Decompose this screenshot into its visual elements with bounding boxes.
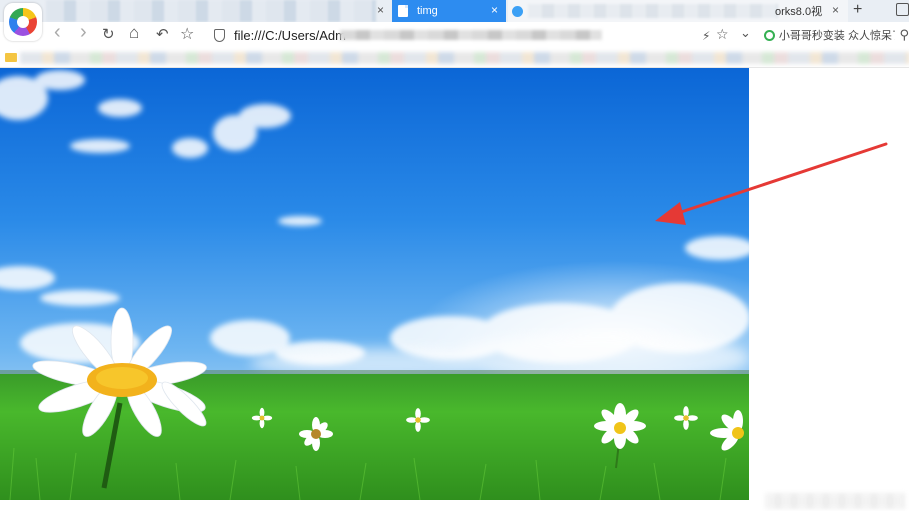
app-logo-icon[interactable] <box>4 3 42 41</box>
security-shield-icon <box>214 28 225 42</box>
page-viewport <box>0 68 909 511</box>
forward-icon[interactable]: › <box>80 22 87 42</box>
reload-icon[interactable]: ↻ <box>102 26 115 44</box>
search-box[interactable]: 小哥哥秒变装 众人惊呆了 ⚲ <box>764 25 909 45</box>
home-icon[interactable]: ⌂ <box>129 24 139 42</box>
tab-active[interactable]: timg × <box>392 0 506 22</box>
search-suggestion[interactable]: 小哥哥秒变装 众人惊呆了 <box>779 27 896 43</box>
back-icon[interactable]: ‹ <box>54 22 61 42</box>
lightning-icon[interactable]: ⚡ <box>702 27 710 45</box>
tab-strip: × timg × orks8.0视 × + <box>0 0 909 22</box>
close-icon[interactable]: × <box>491 3 498 17</box>
shirt-icon[interactable] <box>896 3 909 16</box>
url-text[interactable]: file:///C:/Users/Adm <box>234 28 346 43</box>
new-tab-button[interactable]: + <box>853 1 862 19</box>
search-engine-icon <box>764 29 775 41</box>
bookmarks-bar <box>0 48 909 68</box>
star-icon[interactable]: ☆ <box>180 26 194 44</box>
star-icon[interactable]: ☆ <box>716 25 729 43</box>
search-icon[interactable]: ⚲ <box>899 27 909 43</box>
close-icon[interactable]: × <box>377 3 384 17</box>
undo-icon[interactable]: ↶ <box>156 26 169 44</box>
browser-window: × timg × orks8.0视 × + ‹ › ↻ ⌂ ↶ ☆ file:/… <box>0 0 909 511</box>
tab-title: orks8.0视 <box>775 6 823 18</box>
tab-third[interactable]: orks8.0视 × <box>508 0 848 22</box>
tab-blurred[interactable] <box>46 0 376 22</box>
sky-meadow-picture <box>0 68 749 500</box>
address-toolbar: ‹ › ↻ ⌂ ↶ ☆ file:///C:/Users/Adm ⚡ ☆ ⌄ 小… <box>0 22 909 48</box>
chevron-down-icon[interactable]: ⌄ <box>740 24 751 42</box>
watermark <box>765 493 905 509</box>
sky-meadow-image <box>0 68 749 500</box>
bookmarks-blurred[interactable] <box>20 52 909 64</box>
tab-title: timg <box>417 5 438 17</box>
close-icon[interactable]: × <box>832 3 839 17</box>
folder-icon[interactable] <box>5 53 17 62</box>
address-bar[interactable]: file:///C:/Users/Adm <box>214 24 754 46</box>
shield-icon <box>512 5 523 17</box>
doc-icon <box>398 5 408 17</box>
